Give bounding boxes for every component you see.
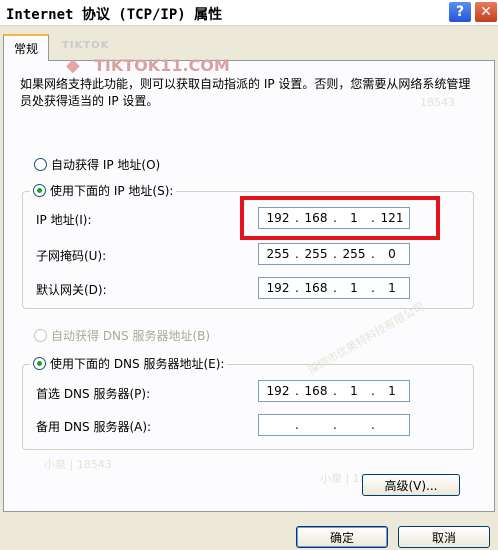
default-gateway-input[interactable]: 192 . 168 . 1 . 1	[258, 277, 410, 299]
ip-octet: 255	[266, 247, 290, 261]
highlight-annotation	[240, 196, 440, 240]
auto-dns-label: 自动获得 DNS 服务器地址(B)	[51, 329, 211, 343]
ip-octet: 192	[266, 384, 290, 398]
ip-octet: 168	[304, 384, 328, 398]
watermark-url: TIKTOK11.COM	[94, 56, 230, 75]
subnet-mask-input[interactable]: 255 . 255 . 255 . 0	[258, 243, 410, 265]
alternate-dns-input[interactable]: . . .	[258, 414, 410, 436]
auto-ip-label: 自动获得 IP 地址(O)	[51, 158, 161, 172]
watermark-brand: TIKTOK	[62, 40, 110, 51]
manual-ip-option[interactable]: 使用下面的 IP 地址(S):	[30, 182, 177, 199]
title-bar: Internet 协议 (TCP/IP) 属性 ? ✕	[0, 0, 498, 26]
ip-address-label: IP 地址(I):	[36, 213, 92, 227]
watermark-logo-icon: ◆	[66, 55, 80, 76]
preferred-dns-label: 首选 DNS 服务器(P):	[36, 387, 151, 401]
description-text: 如果网络支持此功能，则可以获取自动指派的 IP 设置。否则，您需要从网络系统管理…	[20, 77, 471, 108]
watermark-faint-text: 小泉 | 18543	[44, 458, 112, 471]
manual-dns-option[interactable]: 使用下面的 DNS 服务器地址(E):	[30, 355, 228, 372]
ip-octet: 255	[342, 247, 366, 261]
ip-octet: 255	[304, 247, 328, 261]
preferred-dns-input[interactable]: 192 . 168 . 1 . 1	[258, 380, 410, 402]
subnet-mask-label: 子网掩码(U):	[36, 249, 107, 263]
cancel-button-label: 取消	[431, 530, 456, 545]
advanced-button-label: 高级(V)...	[384, 478, 438, 493]
ip-octet: 1	[388, 281, 396, 295]
tab-general[interactable]: 常规	[3, 34, 49, 61]
manual-ip-radio[interactable]	[33, 184, 46, 197]
ip-octet: 192	[266, 281, 290, 295]
close-button[interactable]: ✕	[474, 1, 498, 23]
dns-groupbox	[22, 364, 474, 450]
alternate-dns-label: 备用 DNS 服务器(A):	[36, 420, 152, 434]
manual-ip-label: 使用下面的 IP 地址(S):	[50, 184, 174, 198]
auto-ip-option[interactable]: 自动获得 IP 地址(O)	[34, 156, 160, 173]
close-icon: ✕	[480, 4, 492, 20]
window-title: Internet 协议 (TCP/IP) 属性	[6, 7, 223, 23]
auto-dns-radio[interactable]	[34, 329, 47, 342]
auto-ip-radio[interactable]	[34, 158, 47, 171]
manual-dns-label: 使用下面的 DNS 服务器地址(E):	[50, 357, 225, 371]
ip-octet: 0	[388, 247, 396, 261]
cancel-button[interactable]: 取消	[398, 526, 490, 548]
ip-octet: 1	[350, 384, 358, 398]
default-gateway-label: 默认网关(D):	[36, 283, 107, 297]
ip-octet: 1	[350, 281, 358, 295]
auto-dns-option[interactable]: 自动获得 DNS 服务器地址(B)	[34, 327, 210, 344]
ip-octet: 1	[388, 384, 396, 398]
help-icon: ?	[455, 4, 465, 20]
manual-dns-radio[interactable]	[33, 357, 46, 370]
watermark-faint-text: 18543	[420, 96, 455, 109]
ok-button[interactable]: 确定	[296, 526, 388, 548]
ok-button-label: 确定	[329, 530, 354, 545]
tab-general-label: 常规	[13, 42, 38, 56]
help-button[interactable]: ?	[448, 1, 472, 23]
ip-octet: 168	[304, 281, 328, 295]
advanced-button[interactable]: 高级(V)...	[362, 474, 460, 496]
